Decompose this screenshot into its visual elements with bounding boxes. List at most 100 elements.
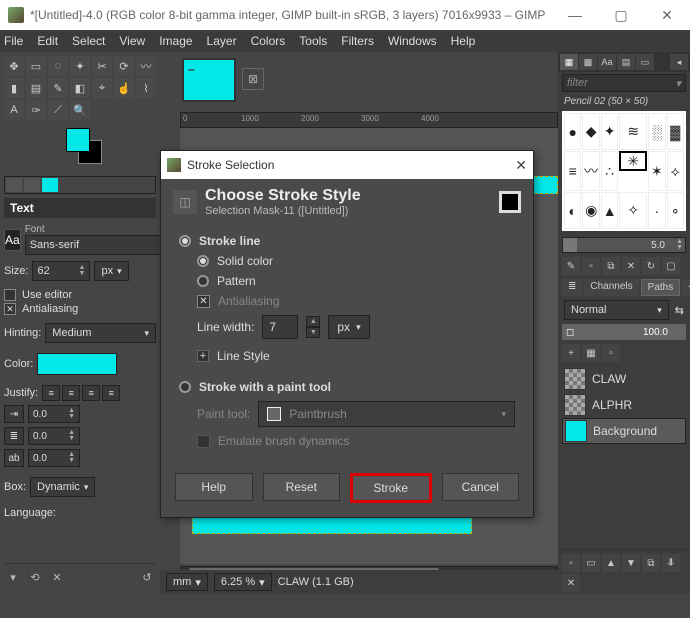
indent-value-2[interactable]: 0.0▲▼ — [28, 427, 80, 445]
tab-device[interactable] — [24, 178, 40, 192]
dup-layer-icon[interactable]: ⧉ — [642, 554, 660, 572]
fg-color[interactable] — [66, 128, 90, 152]
use-editor-checkbox[interactable] — [4, 289, 16, 301]
tool-free-select[interactable]: ◌ — [48, 56, 68, 76]
del-brush-icon[interactable]: ✕ — [622, 257, 640, 275]
merge-layer-icon[interactable]: ⥥ — [662, 554, 680, 572]
radio-solid-color[interactable] — [197, 255, 209, 267]
brush-item[interactable]: ▓ — [667, 113, 684, 150]
font-input[interactable] — [25, 235, 177, 255]
save-preset-icon[interactable]: ▾ — [4, 568, 22, 586]
brush-item[interactable]: ◉ — [582, 192, 599, 229]
lock-position-icon[interactable]: ▫ — [602, 344, 620, 362]
layer-row[interactable]: Background — [562, 418, 686, 444]
brush-item[interactable]: ▲ — [601, 192, 618, 229]
tool-zoom[interactable]: 🔍 — [70, 100, 90, 120]
tool-bucket[interactable]: ▮ — [4, 78, 24, 98]
color-swatches[interactable] — [66, 128, 108, 170]
tool-gradient[interactable]: ▤ — [26, 78, 46, 98]
size-input[interactable]: 62▲▼ — [32, 261, 90, 281]
line-width-spinner[interactable]: ▲▼ — [306, 316, 320, 338]
brush-item[interactable]: ≡ — [564, 151, 581, 191]
line-width-unit-select[interactable]: px▾ — [328, 315, 369, 339]
brush-item[interactable]: ◆ — [582, 113, 599, 150]
letter-spacing-icon[interactable]: ab — [4, 449, 24, 467]
tab-layers-icon[interactable]: ≣ — [562, 279, 582, 296]
tab-history-icon[interactable]: ▤ — [617, 54, 635, 70]
tool-eraser[interactable]: ◧ — [70, 78, 90, 98]
emulate-dynamics-checkbox[interactable] — [197, 435, 210, 448]
size-unit-select[interactable]: px▾ — [94, 261, 128, 281]
tab-brushes-icon[interactable]: ▦ — [560, 54, 578, 70]
menu-view[interactable]: View — [119, 34, 145, 48]
layer-opacity-slider[interactable]: ◻100.0 — [562, 324, 686, 340]
brush-item[interactable]: ∘ — [667, 192, 684, 229]
brush-item[interactable]: ✦ — [601, 113, 618, 150]
hinting-select[interactable]: Medium▾ — [45, 323, 156, 343]
brush-item[interactable]: ◐ — [564, 192, 581, 229]
radio-stroke-paint[interactable] — [179, 381, 191, 393]
brush-item[interactable]: ⟡ — [667, 151, 684, 191]
menu-tools[interactable]: Tools — [299, 34, 327, 48]
tool-path[interactable]: ⌇ — [136, 78, 156, 98]
lock-alpha-icon[interactable]: ▦ — [582, 344, 600, 362]
menu-edit[interactable]: Edit — [37, 34, 58, 48]
image-tab-thumb[interactable] — [182, 58, 236, 102]
brush-item[interactable]: ✧ — [619, 192, 647, 229]
paint-tool-select[interactable]: Paintbrush▾ — [258, 401, 515, 427]
tab-colors[interactable] — [42, 178, 58, 192]
layer-mode-select[interactable]: Normal▾ — [564, 300, 669, 320]
dock-menu-icon[interactable]: ◂ — [670, 54, 688, 70]
brush-size-slider[interactable]: 5.0▲▼ — [562, 237, 686, 253]
lock-pixels-icon[interactable]: + — [562, 344, 580, 362]
dup-brush-icon[interactable]: ⧉ — [602, 257, 620, 275]
justify-fill-icon[interactable]: ≡ — [102, 385, 120, 401]
tab-channels[interactable]: Channels — [584, 279, 638, 296]
brush-item[interactable]: ░ — [648, 113, 665, 150]
restore-icon[interactable]: ⟲ — [26, 568, 44, 586]
reset-icon[interactable]: ↺ — [138, 568, 156, 586]
tool-measure[interactable]: ⟋ — [48, 100, 68, 120]
brush-item[interactable]: ● — [564, 113, 581, 150]
layer-row[interactable]: CLAW — [562, 366, 686, 392]
tool-clone[interactable]: ⌖ — [92, 78, 112, 98]
tab-paths[interactable]: Paths — [641, 279, 681, 296]
menu-filters[interactable]: Filters — [341, 34, 374, 48]
antialiasing-checkbox[interactable]: ✕ — [4, 303, 16, 315]
refresh-brush-icon[interactable]: ↻ — [642, 257, 660, 275]
indent-first-icon[interactable]: ⇥ — [4, 405, 24, 423]
new-layer-icon[interactable]: ▫ — [562, 554, 580, 572]
layer-row[interactable]: ALPHR — [562, 392, 686, 418]
justify-left-icon[interactable]: ≡ — [42, 385, 60, 401]
brush-item-selected[interactable]: ✳ — [619, 151, 647, 171]
justify-right-icon[interactable]: ≡ — [62, 385, 80, 401]
justify-center-icon[interactable]: ≡ — [82, 385, 100, 401]
font-preview-icon[interactable]: Aa — [4, 229, 21, 251]
tab-tool-options[interactable] — [6, 178, 22, 192]
brush-grid[interactable]: ●◆✦≋░▓ ≡〰∴✳✶⟡ ◐◉▲✧·∘ — [562, 111, 686, 231]
menu-select[interactable]: Select — [72, 34, 105, 48]
dock-menu2-icon[interactable]: ◂ — [682, 279, 690, 296]
brush-item[interactable]: 〰 — [582, 151, 599, 191]
indent-value-1[interactable]: 0.0▲▼ — [28, 405, 80, 423]
help-button[interactable]: Help — [175, 473, 253, 501]
radio-stroke-line[interactable] — [179, 235, 191, 247]
line-spacing-icon[interactable]: ≣ — [4, 427, 24, 445]
image-tab-close[interactable]: ⊠ — [242, 68, 264, 90]
brush-item[interactable]: ✶ — [648, 151, 665, 191]
layer-down-icon[interactable]: ▼ — [622, 554, 640, 572]
tool-warp[interactable]: 〰 — [136, 56, 156, 76]
tool-rect-select[interactable]: ▭ — [26, 56, 46, 76]
tool-rotate[interactable]: ⟳ — [114, 56, 134, 76]
stroke-button[interactable]: Stroke — [350, 473, 432, 503]
brush-item[interactable]: ∴ — [601, 151, 618, 191]
maximize-button[interactable]: ▢ — [598, 0, 644, 30]
menu-windows[interactable]: Windows — [388, 34, 437, 48]
zoom-select[interactable]: 6.25 %▾ — [214, 573, 272, 591]
box-select[interactable]: Dynamic▾ — [30, 477, 95, 497]
tool-smudge[interactable]: ☝ — [114, 78, 134, 98]
brush-filter-input[interactable]: filter▾ — [562, 74, 686, 92]
menu-file[interactable]: File — [4, 34, 23, 48]
mode-switch-icon[interactable]: ⇆ — [675, 304, 684, 317]
menu-layer[interactable]: Layer — [207, 34, 237, 48]
